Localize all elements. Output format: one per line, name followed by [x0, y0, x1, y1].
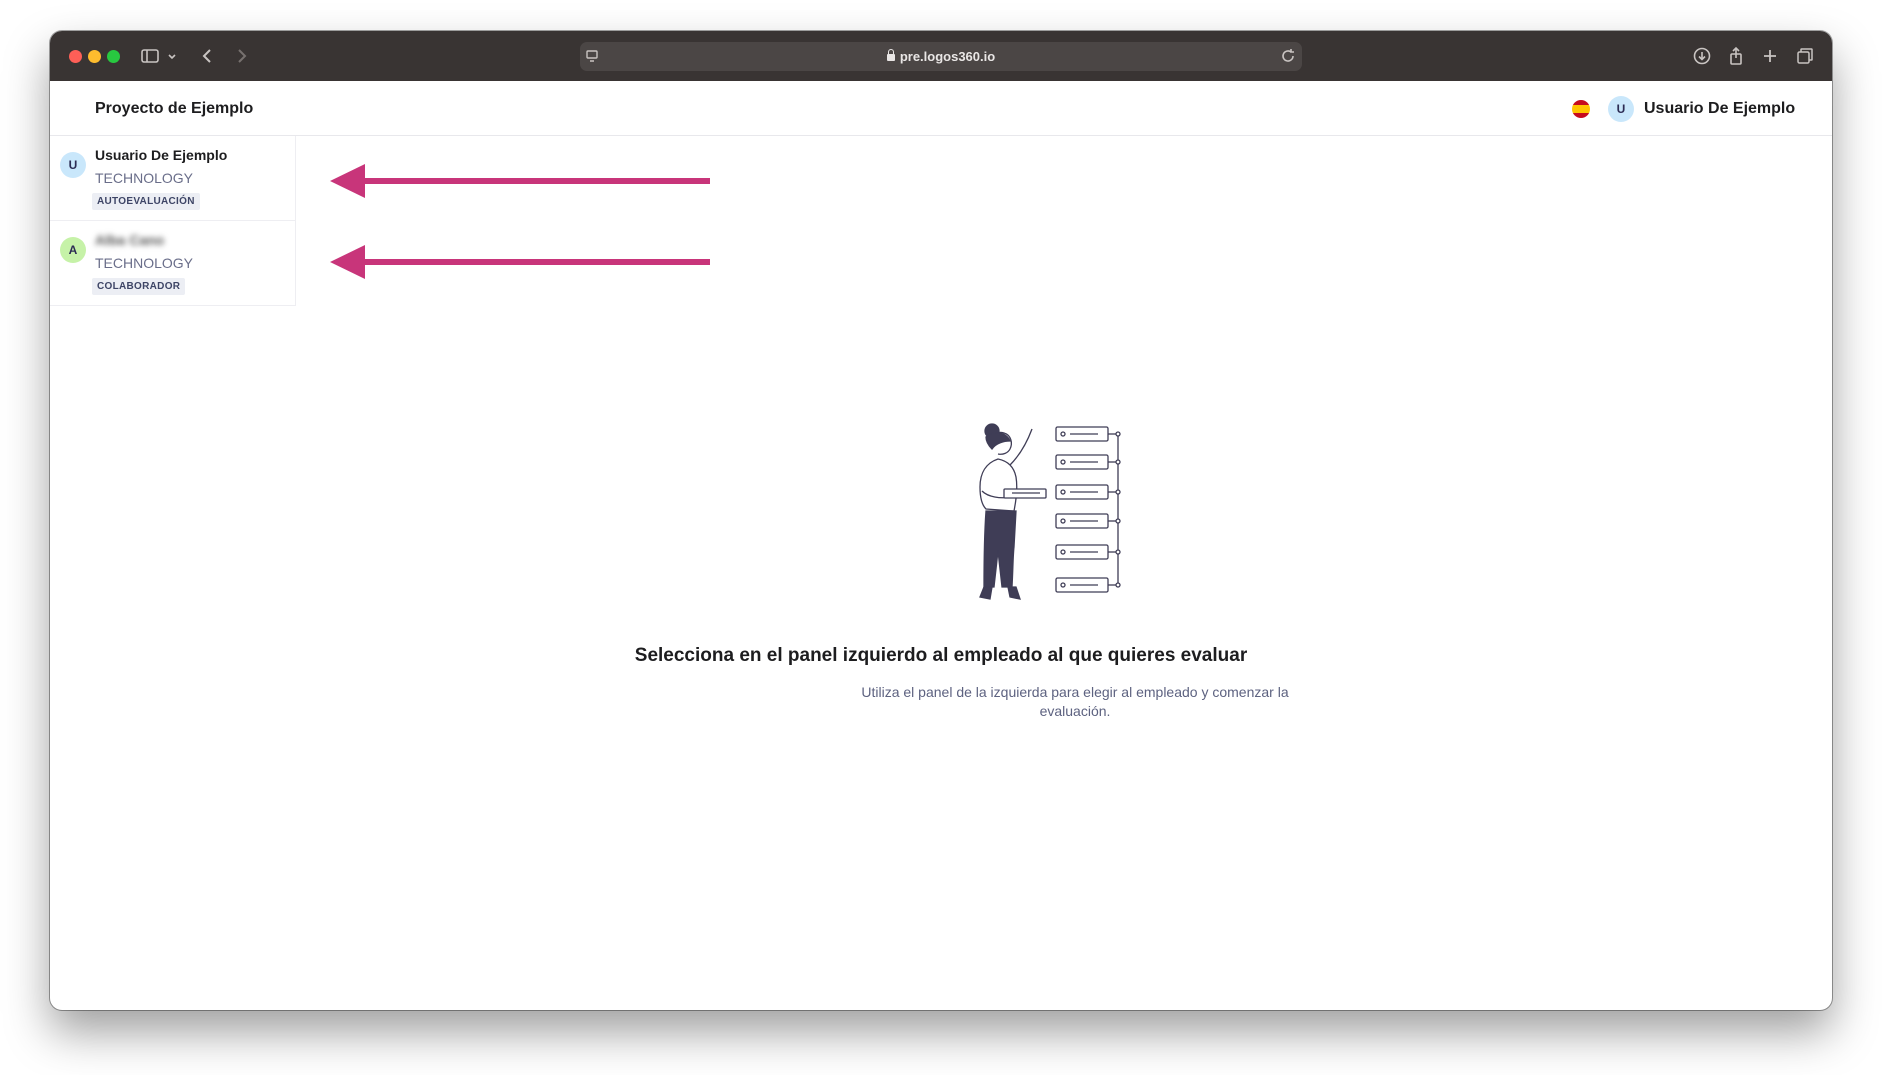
user-avatar[interactable]: U [1608, 96, 1634, 122]
zoom-window-button[interactable] [107, 50, 120, 63]
minimize-window-button[interactable] [88, 50, 101, 63]
employee-name: Alba Cano [95, 232, 165, 248]
downloads-icon[interactable] [1690, 44, 1714, 68]
browser-window: pre.logos360.io Proyecto de Ejemplo U Us… [50, 31, 1832, 1010]
annotation-arrow-2 [330, 242, 710, 282]
new-tab-icon[interactable] [1758, 44, 1782, 68]
user-menu[interactable]: Usuario De Ejemplo [1644, 100, 1795, 118]
browser-toolbar: pre.logos360.io [50, 31, 1832, 82]
project-title: Proyecto de Ejemplo [95, 100, 254, 117]
empty-state-title: Selecciona en el panel izquierdo al empl… [634, 645, 1248, 666]
employee-avatar: U [60, 152, 86, 178]
close-window-button[interactable] [69, 50, 82, 63]
address-bar[interactable]: pre.logos360.io [580, 42, 1302, 71]
app-header: Proyecto de Ejemplo U Usuario De Ejemplo [50, 81, 1832, 136]
empty-state-illustration [970, 421, 1130, 636]
share-icon[interactable] [1724, 44, 1748, 68]
chevron-down-icon[interactable] [165, 44, 179, 68]
spain-flag-icon[interactable] [1572, 100, 1590, 118]
employee-avatar: A [60, 237, 86, 263]
annotation-arrow-1 [330, 161, 710, 201]
employee-list-item[interactable]: A Alba Cano TECHNOLOGY COLABORADOR [50, 221, 296, 306]
empty-state-description: Utiliza el panel de la izquierda para el… [861, 684, 1289, 719]
url-text: pre.logos360.io [580, 49, 1302, 64]
reload-icon[interactable] [1276, 44, 1300, 68]
evaluation-type-badge: AUTOEVALUACIÓN [92, 193, 200, 210]
tab-overview-icon[interactable] [1793, 44, 1817, 68]
employee-department: TECHNOLOGY [95, 170, 194, 186]
employee-sidebar: U Usuario De Ejemplo TECHNOLOGY AUTOEVAL… [50, 136, 296, 306]
back-icon[interactable] [196, 44, 220, 68]
employee-list-item[interactable]: U Usuario De Ejemplo TECHNOLOGY AUTOEVAL… [50, 136, 296, 221]
lock-icon [886, 49, 895, 61]
evaluation-type-badge: COLABORADOR [92, 278, 186, 295]
forward-icon[interactable] [229, 44, 253, 68]
employee-name: Usuario De Ejemplo [95, 147, 228, 163]
sidebar-toggle-icon[interactable] [138, 44, 162, 68]
employee-department: TECHNOLOGY [95, 255, 194, 271]
